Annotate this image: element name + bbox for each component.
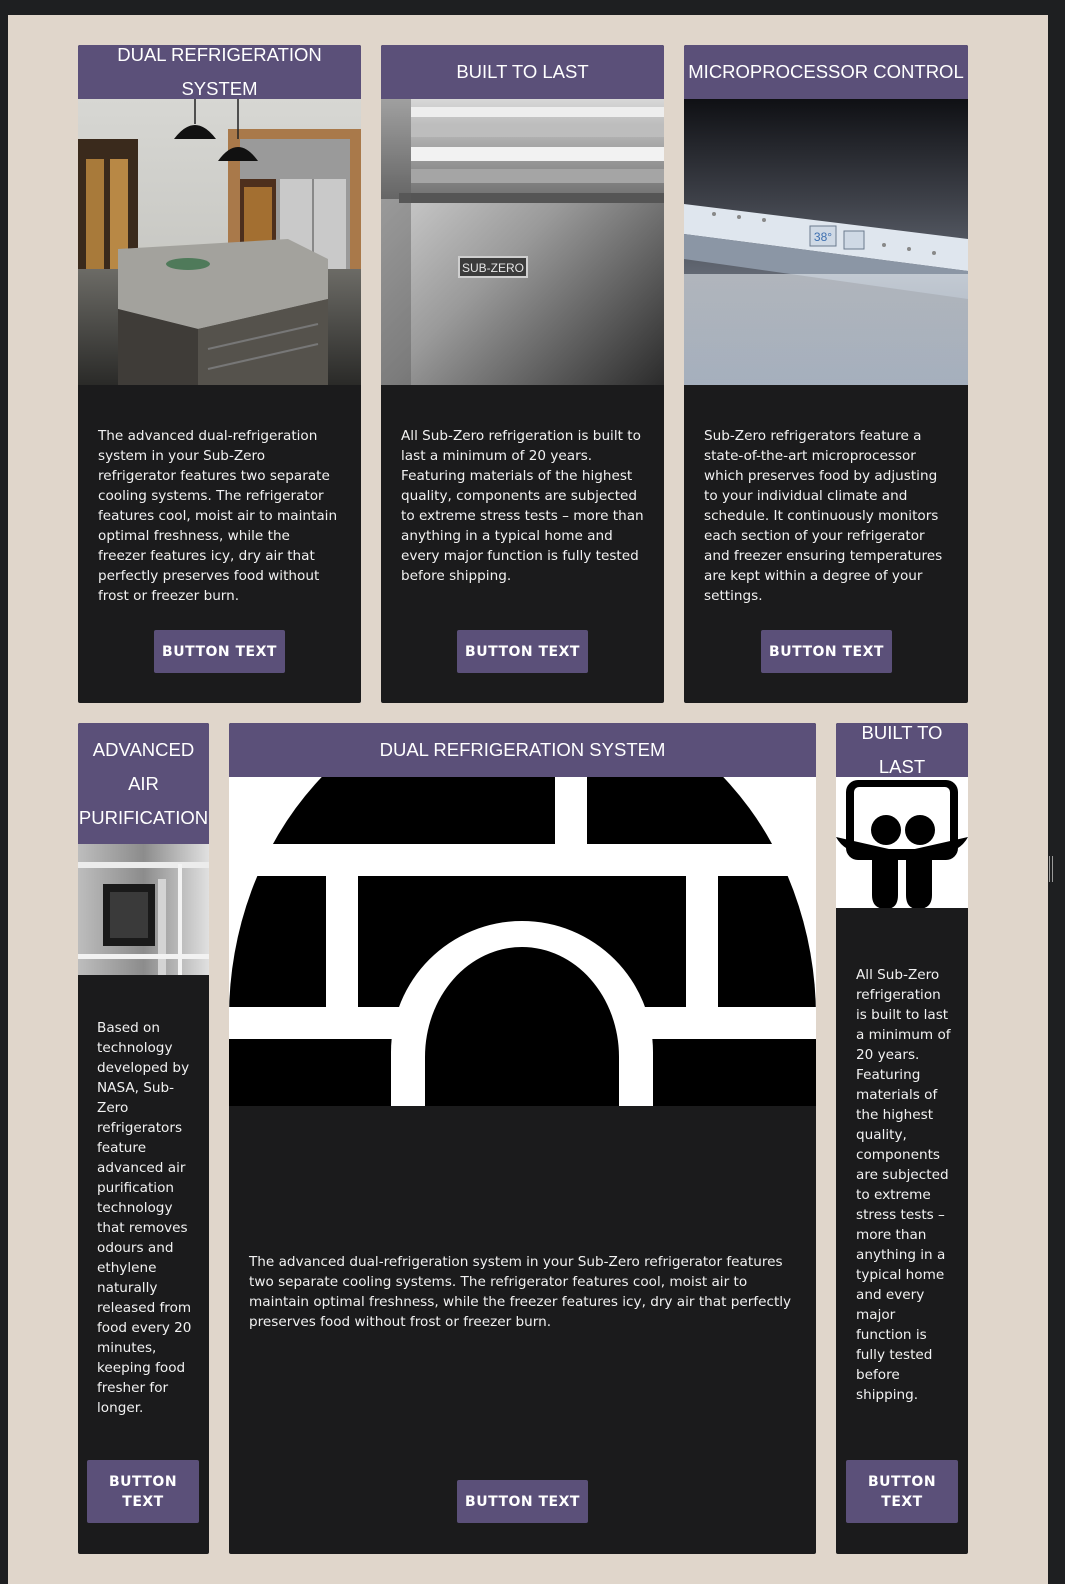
feature-card-built-to-last-narrow: BUILT TO LAST All Sub-Zero refrigeration…: [836, 723, 968, 1554]
card-button[interactable]: BUTTON TEXT: [457, 630, 588, 673]
card-description: All Sub-Zero refrigeration is built to l…: [856, 967, 951, 1403]
card-button[interactable]: BUTTON TEXT: [457, 1480, 588, 1523]
card-button[interactable]: BUTTON TEXT: [761, 630, 892, 673]
card-title: BUILT TO LAST: [836, 723, 968, 777]
card-description: The advanced dual-refrigeration system i…: [98, 428, 338, 604]
card-description: Sub-Zero refrigerators feature a state-o…: [704, 428, 943, 604]
card-title: MICROPROCESSOR CONTROL: [684, 45, 968, 99]
card-button[interactable]: BUTTON TEXT: [154, 630, 285, 673]
card-description: The advanced dual-refrigeration system i…: [249, 1254, 792, 1330]
feature-card-microprocessor: MICROPROCESSOR CONTROL 38° Sub-Zero refr…: [684, 45, 968, 703]
card-title: DUAL REFRIGERATION SYSTEM: [78, 45, 361, 99]
card-description: Based on technology developed by NASA, S…: [97, 1020, 192, 1416]
feature-card-dual-refrigeration: DUAL REFRIGERATION SYSTEM The advanced d…: [78, 45, 361, 703]
resize-handle[interactable]: [1049, 856, 1055, 884]
control-panel-photo: 38°: [684, 99, 968, 385]
igloo-icon: [229, 777, 816, 1106]
card-title: BUILT TO LAST: [381, 45, 664, 99]
temperature-readout: 38°: [814, 230, 832, 244]
refrigerator-door-photo: SUB-ZERO: [381, 99, 664, 385]
card-button[interactable]: BUTTON TEXT: [846, 1460, 958, 1523]
feature-card-air-purification: ADVANCED AIR PURIFICATION Based on techn…: [78, 723, 209, 1554]
card-description: All Sub-Zero refrigeration is built to l…: [401, 428, 644, 584]
feature-card-built-to-last: BUILT TO LAST SUB-ZERO All Sub-Zero refr…: [381, 45, 664, 703]
slideshare-icon: [836, 777, 968, 908]
card-title: ADVANCED AIR PURIFICATION: [78, 723, 209, 844]
brand-badge-text: SUB-ZERO: [462, 261, 524, 275]
air-purifier-photo: [78, 844, 209, 975]
card-button[interactable]: BUTTON TEXT: [87, 1460, 199, 1523]
kitchen-photo: [78, 99, 361, 385]
card-title: DUAL REFRIGERATION SYSTEM: [229, 723, 816, 777]
feature-card-dual-refrigeration-wide: DUAL REFRIGERATION SYSTEM The advanced d…: [229, 723, 816, 1554]
